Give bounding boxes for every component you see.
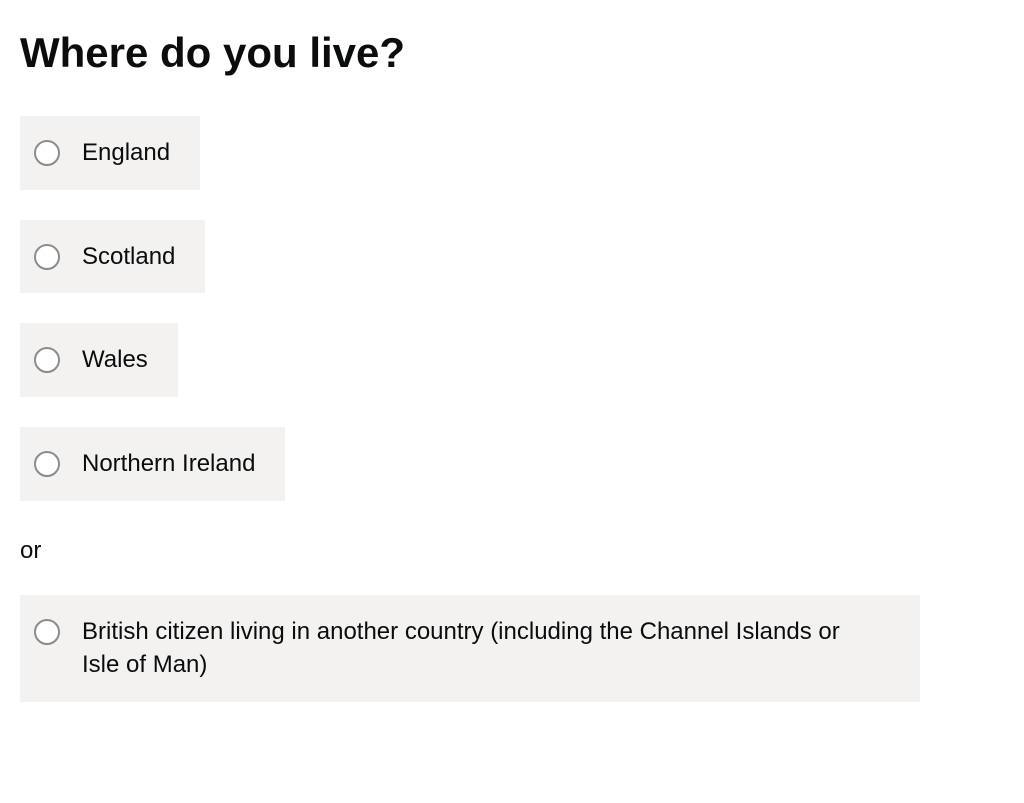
radio-label: England — [70, 136, 170, 170]
radio-option-wales[interactable]: Wales — [20, 323, 178, 397]
radio-label: Northern Ireland — [70, 447, 255, 481]
radio-option-abroad[interactable]: British citizen living in another countr… — [20, 595, 920, 702]
radio-icon — [34, 140, 60, 166]
radio-option-england[interactable]: England — [20, 116, 200, 190]
radio-divider: or — [20, 537, 41, 565]
radio-group: England Scotland Wales Northern Ireland … — [20, 116, 1004, 712]
radio-label: British citizen living in another countr… — [70, 615, 850, 682]
radio-icon — [34, 619, 60, 645]
radio-option-scotland[interactable]: Scotland — [20, 220, 205, 294]
radio-icon — [34, 244, 60, 270]
radio-label: Scotland — [70, 240, 175, 274]
page-title: Where do you live? — [20, 30, 1004, 76]
radio-icon — [34, 451, 60, 477]
radio-label: Wales — [70, 343, 148, 377]
radio-icon — [34, 347, 60, 373]
radio-option-northern-ireland[interactable]: Northern Ireland — [20, 427, 285, 501]
